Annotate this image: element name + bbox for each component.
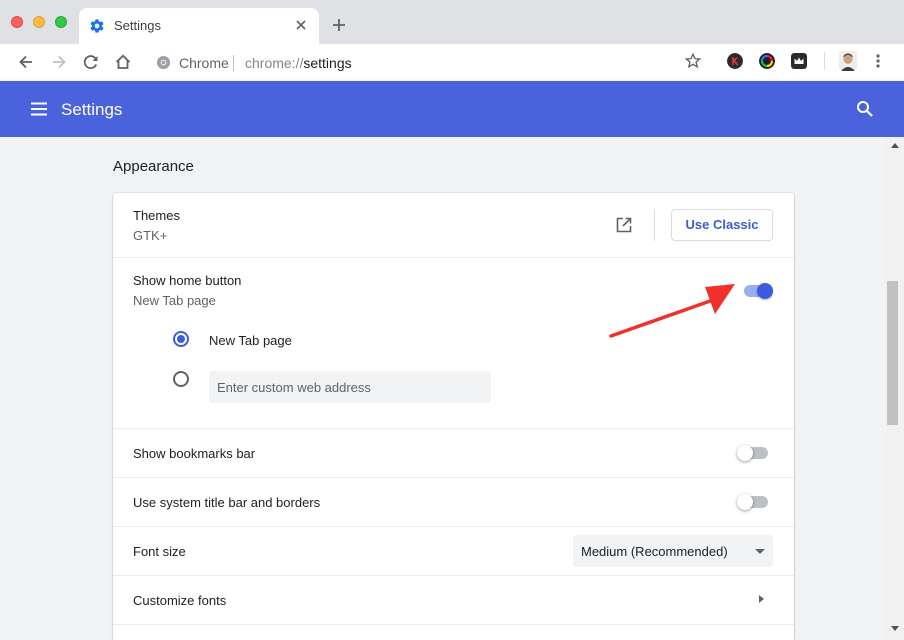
search-icon[interactable]	[855, 99, 875, 119]
crown-extension-icon[interactable]	[791, 53, 807, 69]
themes-row: Themes GTK+ Use Classic	[113, 193, 794, 257]
scroll-up-arrow[interactable]	[891, 143, 899, 148]
omnibox-url: chrome://settings	[245, 55, 352, 71]
appearance-card: Themes GTK+ Use Classic Show home button…	[113, 193, 794, 640]
tab-strip: Settings	[0, 0, 904, 44]
omnibox-divider	[233, 55, 234, 71]
custom-address-input[interactable]	[209, 371, 491, 403]
omnibox-chip: Chrome	[179, 55, 229, 71]
customize-fonts-row[interactable]: Customize fonts	[113, 575, 794, 624]
home-icon[interactable]	[113, 52, 133, 72]
gear-icon	[90, 19, 104, 33]
toolbar-divider	[824, 52, 825, 70]
toggle-knob	[737, 494, 753, 510]
font-size-selected: Medium (Recommended)	[581, 544, 728, 559]
bookmarks-bar-row: Show bookmarks bar	[113, 428, 794, 477]
bookmark-star-icon[interactable]	[684, 52, 702, 70]
avatar-image	[839, 51, 857, 71]
new-tab-icon[interactable]	[330, 16, 348, 34]
back-icon[interactable]	[16, 52, 36, 72]
page-title: Settings	[61, 100, 123, 119]
reload-icon[interactable]	[81, 52, 101, 72]
color-wheel-extension-icon[interactable]	[759, 53, 775, 69]
bookmarks-bar-toggle[interactable]	[737, 443, 771, 463]
minimize-window-button[interactable]	[33, 16, 45, 28]
menu-icon[interactable]	[29, 99, 49, 119]
k-extension-icon[interactable]	[727, 53, 743, 69]
tab-title: Settings	[114, 18, 161, 33]
toggle-knob	[757, 283, 773, 299]
toggle-knob	[737, 445, 753, 461]
settings-content: Appearance Themes GTK+ Use Classic Show …	[0, 137, 886, 640]
chrome-logo-icon	[156, 55, 171, 70]
home-button-value: New Tab page	[133, 293, 216, 308]
system-title-bar-toggle[interactable]	[737, 492, 771, 512]
custom-address-radio[interactable]	[173, 371, 189, 387]
font-size-label: Font size	[133, 544, 186, 559]
tab-settings[interactable]: Settings	[79, 8, 319, 44]
system-title-bar-label: Use system title bar and borders	[133, 495, 321, 510]
font-size-row: Font size Medium (Recommended)	[113, 526, 794, 575]
next-row-partial	[113, 624, 794, 640]
settings-header: Settings	[0, 81, 904, 137]
section-title: Appearance	[113, 158, 194, 175]
page-scrollbar[interactable]	[886, 137, 904, 640]
close-icon[interactable]	[293, 17, 309, 33]
customize-fonts-label: Customize fonts	[133, 593, 227, 608]
url-host: settings	[303, 55, 352, 71]
use-classic-button[interactable]: Use Classic	[671, 209, 773, 241]
home-button-toggle[interactable]	[741, 281, 775, 301]
chevron-right-icon	[759, 595, 764, 603]
scrollbar-thumb[interactable]	[887, 281, 898, 425]
bookmarks-bar-label: Show bookmarks bar	[133, 446, 256, 461]
close-window-button[interactable]	[11, 16, 23, 28]
font-size-select[interactable]: Medium (Recommended)	[573, 535, 773, 567]
chevron-down-icon	[755, 549, 765, 554]
forward-icon[interactable]	[49, 52, 69, 72]
system-title-bar-row: Use system title bar and borders	[113, 477, 794, 526]
annotation-arrow	[609, 284, 735, 338]
new-tab-radio-label: New Tab page	[209, 333, 292, 348]
new-tab-radio[interactable]	[173, 331, 189, 347]
maximize-window-button[interactable]	[55, 16, 67, 28]
themes-value: GTK+	[133, 228, 168, 243]
vertical-divider	[654, 209, 655, 241]
home-button-label: Show home button	[133, 273, 242, 288]
omnibox[interactable]: Chrome chrome://settings	[150, 48, 714, 77]
url-scheme: chrome://	[245, 55, 304, 71]
open-in-new-icon[interactable]	[614, 215, 634, 235]
profile-avatar[interactable]	[839, 51, 857, 71]
themes-label: Themes	[133, 208, 180, 223]
more-vert-icon[interactable]	[870, 51, 886, 71]
scroll-down-arrow[interactable]	[891, 626, 899, 631]
